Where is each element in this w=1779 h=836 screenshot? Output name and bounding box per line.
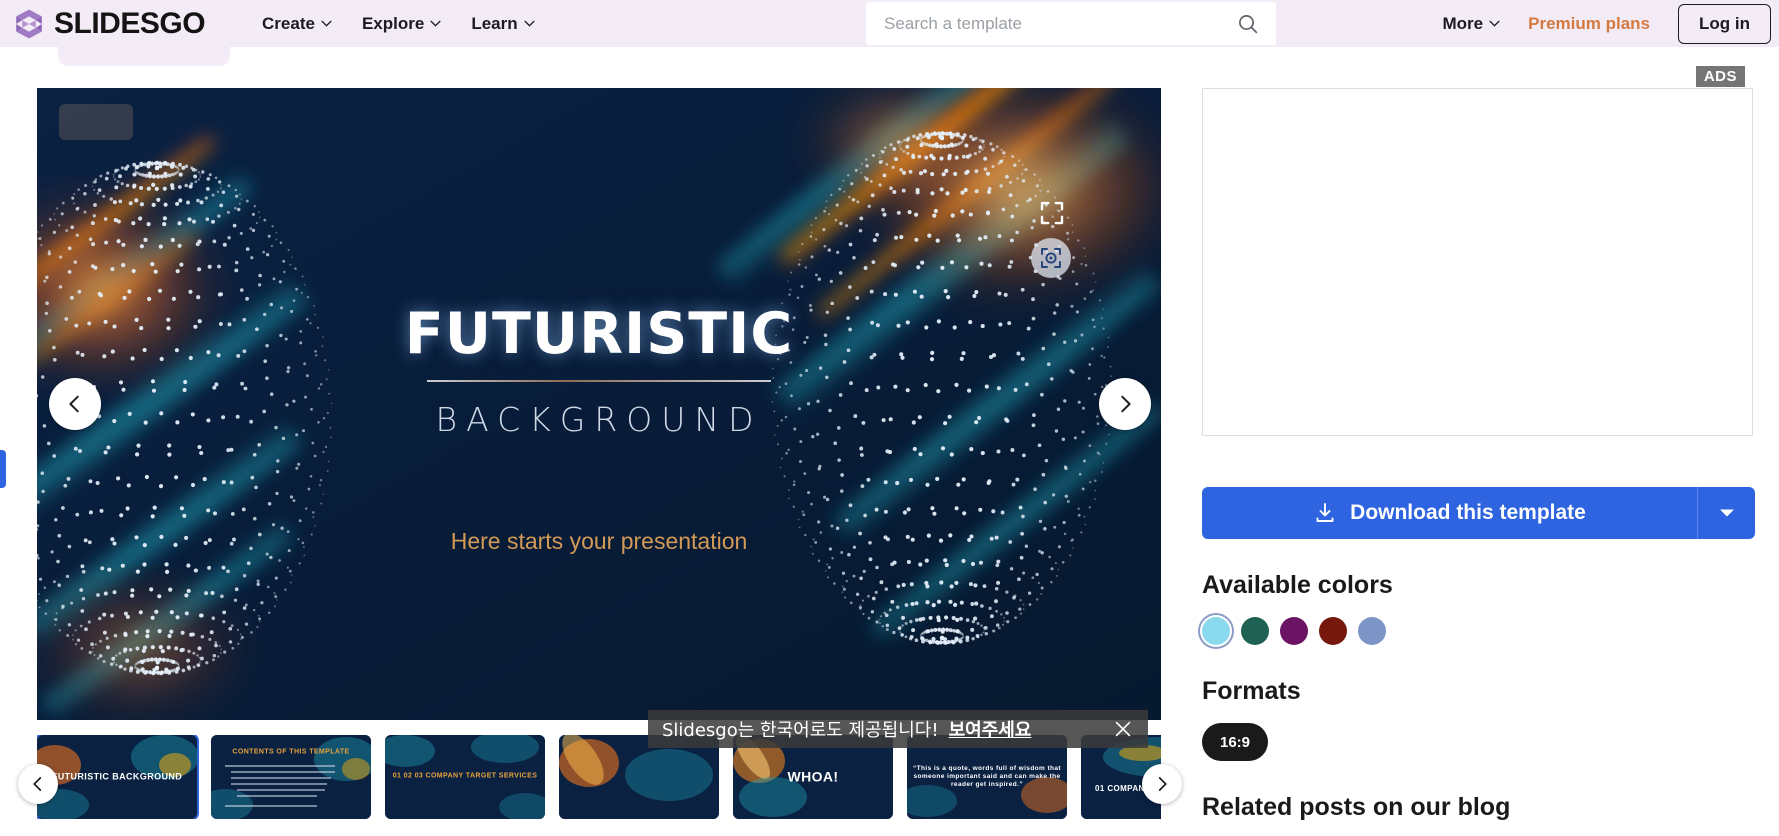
chevron-down-icon bbox=[524, 20, 535, 27]
color-swatch-dark-green[interactable] bbox=[1241, 617, 1269, 645]
color-swatch-purple[interactable] bbox=[1280, 617, 1308, 645]
thumbnails-prev-button[interactable] bbox=[18, 764, 58, 804]
chevron-left-icon bbox=[69, 395, 79, 413]
header-right-actions: More Premium plans Log in bbox=[1443, 0, 1779, 47]
thumbnail-label: 01 02 03 COMPANY TARGET SERVICES bbox=[392, 772, 538, 780]
download-options-button[interactable] bbox=[1697, 487, 1755, 539]
language-notice-text: Slidesgo는 한국어로도 제공됩니다! bbox=[662, 720, 939, 741]
slidesgo-template-page: SLIDESGO Create Explore Learn Search a t… bbox=[0, 0, 1779, 836]
language-notice-bar: Slidesgo는 한국어로도 제공됩니다! 보여주세요 bbox=[648, 710, 1148, 748]
chevron-right-icon bbox=[1158, 777, 1167, 791]
thumbnail-label: CONTENTS OF THIS TEMPLATE bbox=[232, 748, 350, 756]
ad-slot bbox=[1202, 88, 1753, 436]
nav-item-explore[interactable]: Explore bbox=[362, 14, 441, 34]
search-input[interactable] bbox=[866, 13, 1236, 34]
slide-title: FUTURISTIC bbox=[404, 301, 794, 367]
related-posts-heading: Related posts on our blog bbox=[1202, 793, 1511, 821]
thumbnail-label: WHOA! bbox=[787, 768, 839, 785]
slide-divider bbox=[427, 380, 771, 382]
format-chip-16-9[interactable]: 16:9 bbox=[1202, 723, 1268, 761]
slidesgo-s-logo-icon bbox=[16, 9, 42, 38]
login-button[interactable]: Log in bbox=[1678, 3, 1771, 44]
side-feedback-tab[interactable] bbox=[0, 450, 6, 488]
caret-down-icon bbox=[1719, 509, 1734, 517]
slide-heading-group: FUTURISTIC BACKGROUND bbox=[37, 301, 1161, 440]
download-button-group: Download this template bbox=[1202, 487, 1755, 539]
nav-item-more-label: More bbox=[1442, 13, 1484, 33]
details-panel: ADS Download this template Available col… bbox=[1202, 60, 1755, 822]
available-colors-heading: Available colors bbox=[1202, 571, 1393, 599]
slide-subtitle: BACKGROUND bbox=[435, 400, 763, 439]
ads-label: ADS bbox=[1695, 66, 1745, 87]
language-notice-link[interactable]: 보여주세요 bbox=[949, 716, 1032, 742]
main-navigation: Create Explore Learn bbox=[262, 14, 535, 34]
thumbnail-label: FUTURISTIC BACKGROUND bbox=[51, 771, 183, 782]
thumbnail-item-1[interactable]: FUTURISTIC BACKGROUND bbox=[37, 735, 199, 819]
nav-item-explore-label: Explore bbox=[361, 13, 425, 33]
color-swatch-dark-red[interactable] bbox=[1319, 617, 1347, 645]
download-template-label: Download this template bbox=[1350, 501, 1586, 524]
slide-prev-button[interactable] bbox=[49, 378, 101, 430]
slide-viewer[interactable]: FUTURISTIC BACKGROUND Here starts your p… bbox=[37, 88, 1161, 720]
brand-logo[interactable]: SLIDESGO bbox=[0, 6, 206, 41]
color-swatch-light-blue[interactable] bbox=[1202, 617, 1230, 645]
chevron-down-icon bbox=[1489, 20, 1500, 27]
thumbnail-label: “This is a quote, words full of wisdom t… bbox=[913, 764, 1061, 789]
nav-item-learn-label: Learn bbox=[471, 13, 518, 33]
thumbnails-next-button[interactable] bbox=[1142, 764, 1182, 804]
slide-next-button[interactable] bbox=[1099, 378, 1151, 430]
site-header: SLIDESGO Create Explore Learn Search a t… bbox=[0, 0, 1779, 47]
thumbnail-item-3[interactable]: 01 02 03 COMPANY TARGET SERVICES bbox=[385, 735, 545, 819]
nav-item-create-label: Create bbox=[262, 13, 315, 33]
chevron-right-icon bbox=[1121, 395, 1131, 413]
fullscreen-expand-icon[interactable] bbox=[1037, 198, 1067, 228]
color-swatch-slate-blue[interactable] bbox=[1358, 617, 1386, 645]
nav-item-more[interactable]: More bbox=[1443, 14, 1501, 34]
chevron-left-icon bbox=[33, 777, 42, 791]
download-icon bbox=[1316, 503, 1334, 522]
slide-badge-placeholder bbox=[59, 104, 133, 140]
chevron-down-icon bbox=[430, 20, 441, 27]
chevron-down-icon bbox=[321, 20, 332, 27]
slide-tagline: Here starts your presentation bbox=[450, 528, 748, 554]
nav-item-create[interactable]: Create bbox=[262, 14, 332, 34]
thumbnail-art bbox=[211, 735, 371, 819]
camera-capture-icon[interactable] bbox=[1031, 238, 1071, 278]
search-icon[interactable] bbox=[1236, 12, 1260, 36]
formats-heading: Formats bbox=[1202, 677, 1301, 705]
premium-plans-link[interactable]: Premium plans bbox=[1528, 14, 1650, 34]
brand-name: SLIDESGO bbox=[54, 6, 206, 40]
thumbnail-item-2[interactable]: CONTENTS OF THIS TEMPLATE bbox=[211, 735, 371, 819]
color-swatch-list bbox=[1202, 617, 1755, 645]
nav-item-learn[interactable]: Learn bbox=[471, 13, 535, 34]
close-icon[interactable] bbox=[1112, 718, 1134, 740]
search-box[interactable] bbox=[866, 2, 1276, 45]
download-template-button[interactable]: Download this template bbox=[1202, 487, 1697, 539]
